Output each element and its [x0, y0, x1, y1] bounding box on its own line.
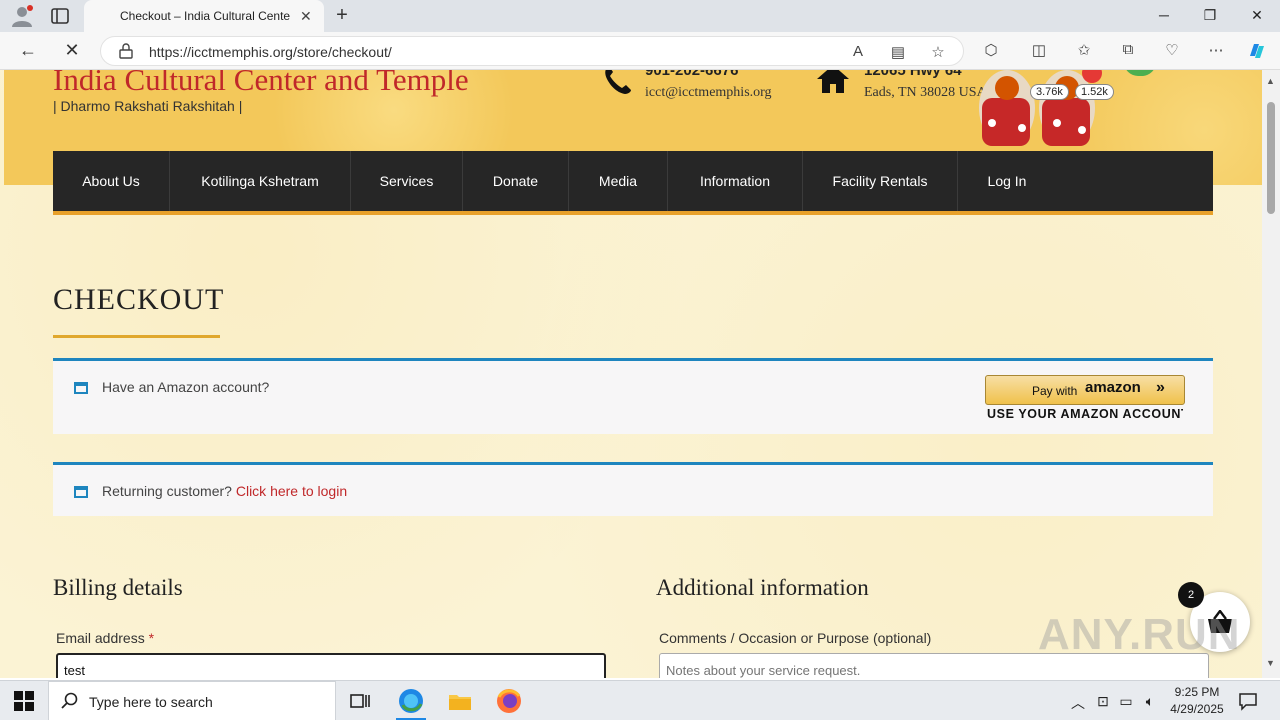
main-navigation: About Us Kotilinga Kshetram Services Don…: [53, 151, 1213, 215]
read-aloud-icon[interactable]: A: [849, 43, 867, 60]
scrollbar-thumb[interactable]: [1267, 102, 1275, 214]
active-tab[interactable]: Checkout – India Cultural Center ✕: [84, 0, 324, 32]
nav-item-facility-rentals[interactable]: Facility Rentals: [803, 151, 958, 211]
favorite-star-icon[interactable]: ☆: [929, 43, 947, 61]
extensions-icon[interactable]: ⬡: [981, 41, 1001, 59]
social-count-badge: 3.76k: [1030, 84, 1069, 100]
split-screen-icon[interactable]: ◫: [1029, 41, 1049, 59]
comments-label: Comments / Occasion or Purpose (optional…: [659, 630, 932, 646]
watermark: ANY.RUN: [1038, 610, 1241, 659]
search-placeholder: Type here to search: [89, 694, 213, 710]
required-mark: *: [148, 630, 155, 646]
favorites-icon[interactable]: ✩: [1074, 41, 1094, 59]
phone-icon: [605, 70, 631, 94]
taskbar-search[interactable]: Type here to search: [48, 681, 336, 720]
nav-item-services[interactable]: Services: [351, 151, 463, 211]
nav-item-log-in[interactable]: Log In: [958, 151, 1056, 211]
url-text: https://icctmemphis.org/store/checkout/: [149, 44, 392, 60]
amazon-account-caption: USE YOUR AMAZON ACCOUNT: [987, 407, 1183, 421]
window-icon: [74, 382, 88, 394]
billing-heading: Billing details: [53, 575, 183, 600]
file-explorer-icon[interactable]: [446, 687, 474, 715]
returning-customer-line: Returning customer? Click here to login: [102, 483, 347, 499]
search-icon: [61, 692, 78, 709]
windows-start-icon[interactable]: [14, 691, 34, 711]
nav-item-information[interactable]: Information: [668, 151, 803, 211]
nav-item-about-us[interactable]: About Us: [53, 151, 170, 211]
email-field[interactable]: [56, 653, 606, 678]
browser-essentials-icon[interactable]: ♡: [1162, 41, 1182, 59]
amazon-notice: Have an Amazon account? Pay with amazon …: [53, 358, 1213, 434]
settings-more-icon[interactable]: ⋯: [1206, 41, 1226, 59]
cart-count-badge: 2: [1178, 582, 1204, 608]
address-line-1: 12065 Hwy 64: [864, 70, 962, 79]
profile-icon[interactable]: [10, 5, 34, 27]
network-icon[interactable]: ▭: [1117, 693, 1135, 710]
nav-item-kotilinga-kshetram[interactable]: Kotilinga Kshetram: [170, 151, 351, 211]
email-label-text: Email address: [56, 630, 145, 646]
page-title: CHECKOUT: [53, 283, 225, 316]
deity-image: [979, 70, 1102, 146]
address-bar-row: ← ✕ https://icctmemphis.org/store/checko…: [0, 32, 1280, 70]
login-link[interactable]: Click here to login: [236, 483, 347, 499]
amazon-pay-button[interactable]: Pay with amazon »: [985, 375, 1185, 405]
amazon-notice-text: Have an Amazon account?: [102, 379, 270, 395]
collections-icon[interactable]: ⧉: [1118, 41, 1138, 58]
returning-customer-text: Returning customer?: [102, 483, 232, 499]
back-icon[interactable]: ←: [17, 40, 39, 61]
task-view-icon[interactable]: [346, 687, 374, 715]
copilot-icon[interactable]: [1246, 40, 1268, 62]
edge-browser-icon[interactable]: [397, 687, 425, 715]
page-scrollbar[interactable]: ▲ ▼: [1262, 70, 1280, 678]
returning-customer-notice: Returning customer? Click here to login: [53, 462, 1213, 516]
windows-taskbar: Type here to search ︿ ⊡ ▭ 🔈︎ 9:25 PM 4/2…: [0, 680, 1280, 720]
double-chevron-icon: »: [1156, 379, 1165, 396]
url-field[interactable]: https://icctmemphis.org/store/checkout/ …: [100, 36, 964, 66]
site-tagline: | Dharmo Rakshati Rakshitah |: [53, 98, 243, 114]
tab-actions-icon[interactable]: [50, 6, 70, 26]
contact-email[interactable]: icct@icctmemphis.org: [645, 85, 772, 101]
email-label: Email address *: [56, 630, 154, 646]
close-tab-icon[interactable]: ✕: [300, 8, 312, 25]
window-icon: [74, 486, 88, 498]
nav-item-media[interactable]: Media: [569, 151, 668, 211]
site-title[interactable]: India Cultural Center and Temple: [53, 70, 469, 98]
clock-time[interactable]: 9:25 PM: [1160, 685, 1234, 699]
firefox-icon[interactable]: [495, 687, 523, 715]
new-tab-icon[interactable]: +: [332, 4, 352, 27]
immersive-reader-icon[interactable]: ▤: [889, 43, 907, 61]
scroll-up-icon[interactable]: ▲: [1266, 76, 1275, 86]
page-viewport: India Cultural Center and Temple | Dharm…: [0, 70, 1262, 678]
additional-info-heading: Additional information: [656, 575, 869, 600]
show-hidden-icons-icon[interactable]: ︿: [1069, 693, 1087, 713]
minimize-icon[interactable]: ─: [1154, 7, 1174, 23]
notification-center-icon[interactable]: [1238, 691, 1258, 711]
social-count-badge: 1.52k: [1075, 84, 1114, 100]
close-window-icon[interactable]: ✕: [1247, 7, 1267, 24]
stop-loading-icon[interactable]: ✕: [61, 40, 83, 61]
meet-now-icon[interactable]: ⊡: [1094, 693, 1112, 710]
browser-tab-bar: Checkout – India Cultural Center ✕ + ─ ❐…: [0, 0, 1280, 32]
tab-title: Checkout – India Cultural Center: [120, 9, 290, 23]
nav-item-donate[interactable]: Donate: [463, 151, 569, 211]
title-underline: [53, 335, 220, 338]
lock-icon[interactable]: [119, 43, 133, 59]
amazon-logo: amazon: [1085, 379, 1141, 396]
clock-date[interactable]: 4/29/2025: [1160, 702, 1234, 716]
restore-icon[interactable]: ❐: [1200, 7, 1220, 24]
phone-number[interactable]: 901-202-6676: [645, 70, 738, 79]
pay-with-label: Pay with: [1032, 384, 1078, 398]
volume-icon[interactable]: 🔈︎: [1141, 693, 1159, 710]
scroll-down-icon[interactable]: ▼: [1266, 658, 1275, 668]
home-icon: [817, 70, 849, 93]
